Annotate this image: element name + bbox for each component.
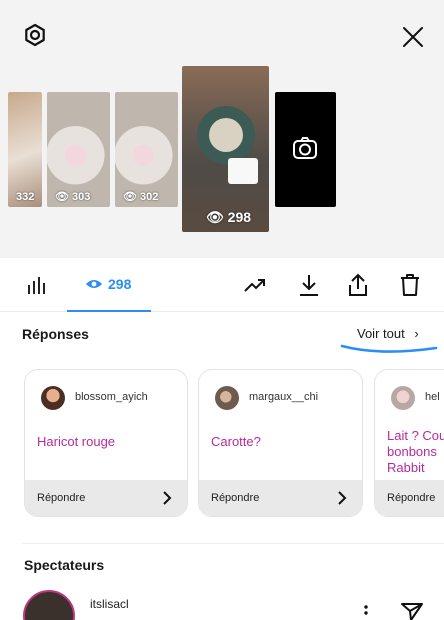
story-thumbnail[interactable]: 👁 303	[47, 92, 110, 207]
reply-message-line: bonbons	[387, 444, 437, 459]
story-view-count: 👁 303	[55, 191, 91, 203]
reply-card[interactable]: blossom_ayich Haricot rouge Répondre	[24, 369, 188, 517]
reply-username: blossom_ayich	[75, 391, 148, 403]
story-preview-area: 332 👁 303 👁 302 👁 298	[0, 0, 444, 258]
bar-chart-icon	[28, 277, 45, 294]
story-view-count: 332	[16, 191, 35, 203]
replies-title: Réponses	[22, 326, 89, 342]
story-thumbnail[interactable]: 332	[8, 92, 42, 207]
reply-username: margaux__chi	[249, 391, 319, 403]
reply-message-line: Rabbit	[387, 460, 425, 475]
section-divider	[22, 543, 444, 544]
avatar[interactable]	[23, 590, 75, 620]
hand-drawn-underline	[340, 344, 438, 353]
reply-message-line: Lait ? Cou	[387, 428, 444, 443]
reply-message: Lait ? Cou bonbons Rabbit	[387, 428, 444, 476]
tab-insights[interactable]	[26, 258, 56, 312]
see-all-link[interactable]: Voir tout ›	[357, 326, 419, 341]
add-story-camera[interactable]	[275, 92, 336, 207]
reply-username: hel	[425, 391, 440, 403]
reply-message: Carotte?	[211, 434, 261, 449]
reply-message: Haricot rouge	[37, 434, 116, 449]
eye-icon	[86, 280, 102, 288]
viewers-count: 298	[108, 276, 132, 292]
gear-icon[interactable]	[22, 22, 48, 48]
send-message-icon[interactable]	[400, 600, 424, 620]
chevron-right-icon	[163, 491, 172, 505]
reply-label: Répondre	[37, 492, 86, 504]
story-thumbnail[interactable]: 👁 302	[115, 92, 178, 207]
story-view-count: 👁 298	[206, 209, 252, 225]
reply-label: Répondre	[387, 492, 436, 504]
reply-button[interactable]: Répondre	[375, 480, 444, 516]
reply-card[interactable]: margaux__chi Carotte? Répondre	[198, 369, 363, 517]
camera-icon	[293, 137, 317, 159]
story-stats-tabs: 298	[0, 258, 444, 312]
viewer-username[interactable]: itslisacl	[90, 597, 129, 611]
avatar	[215, 386, 239, 410]
more-options-icon[interactable]	[361, 600, 371, 620]
reply-label: Répondre	[211, 492, 260, 504]
trend-icon[interactable]	[243, 273, 267, 297]
story-view-count: 👁 302	[123, 191, 159, 203]
tab-viewers[interactable]: 298	[67, 258, 151, 312]
chevron-right-icon	[338, 491, 347, 505]
avatar	[391, 386, 415, 410]
reply-card[interactable]: hel Lait ? Cou bonbons Rabbit Répondre	[374, 369, 444, 517]
viewers-title: Spectateurs	[24, 557, 105, 573]
trash-icon[interactable]	[398, 273, 422, 297]
close-icon[interactable]	[400, 24, 426, 50]
see-all-label: Voir tout	[357, 326, 405, 341]
avatar	[41, 386, 65, 410]
chevron-right-icon: ›	[414, 326, 419, 341]
reply-button[interactable]: Répondre	[25, 480, 187, 516]
story-thumbnails-strip: 332 👁 303 👁 302 👁 298	[0, 0, 444, 258]
reply-button[interactable]: Répondre	[199, 480, 362, 516]
share-icon[interactable]	[346, 273, 370, 297]
story-thumbnail-selected[interactable]: 👁 298	[182, 66, 269, 232]
story-image-plate	[197, 106, 255, 164]
story-sticker	[228, 158, 258, 184]
download-icon[interactable]	[297, 273, 321, 297]
